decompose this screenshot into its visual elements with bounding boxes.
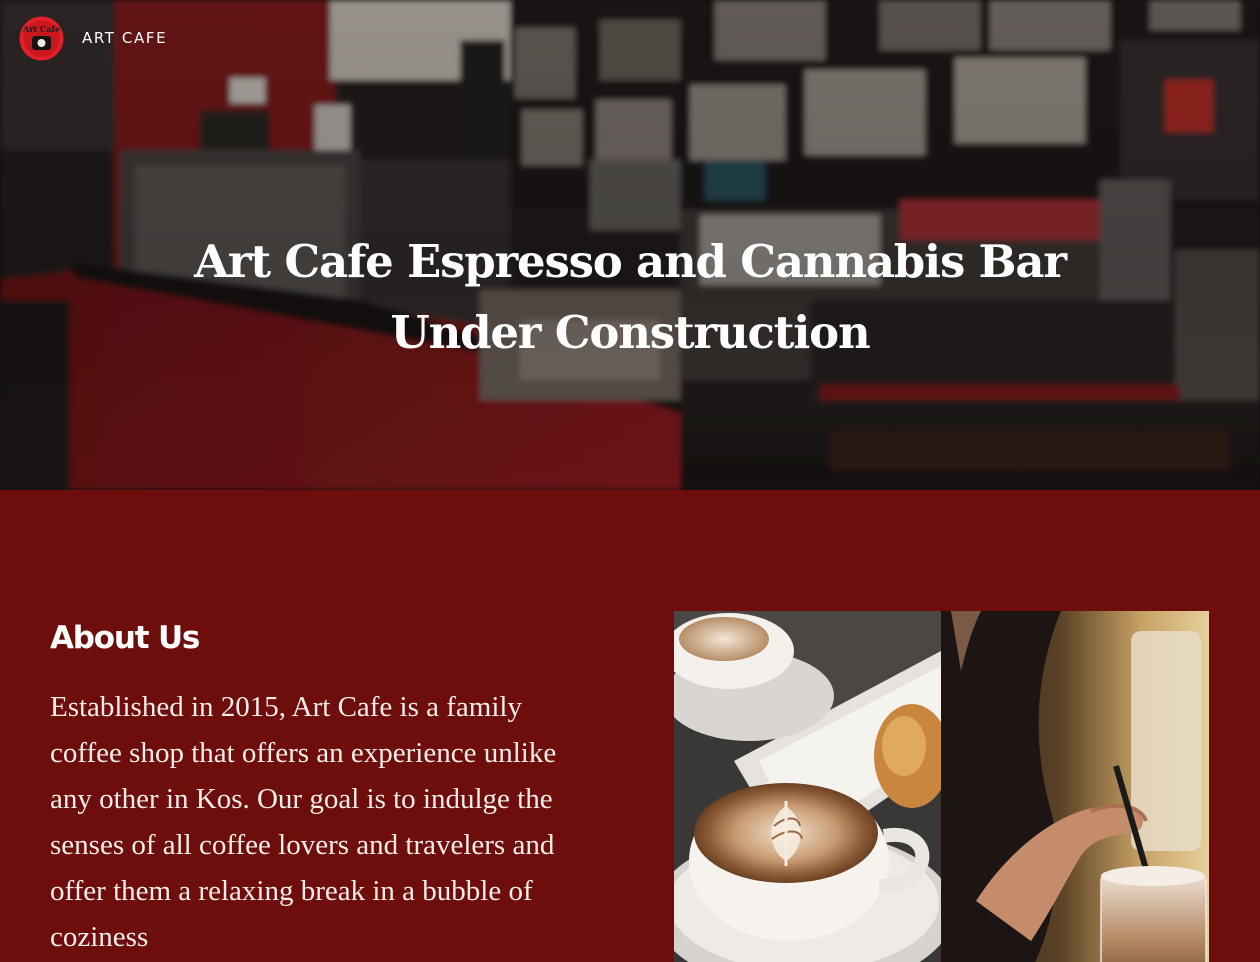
latte-art-photo <box>674 611 941 962</box>
iced-coffee-photo <box>941 611 1209 962</box>
about-heading: About Us <box>50 620 200 656</box>
svg-text:Art Cafe: Art Cafe <box>22 24 60 34</box>
hero-banner: Art Cafe ART CAFE Art Cafe Espresso and … <box>0 0 1260 490</box>
hero-title-line2: Under Construction <box>390 306 871 359</box>
hero-title: Art Cafe Espresso and Cannabis Bar Under… <box>0 226 1260 368</box>
hero-title-line1: Art Cafe Espresso and Cannabis Bar <box>194 235 1067 288</box>
about-section: About Us Established in 2015, Art Cafe i… <box>0 490 1260 962</box>
about-description: Established in 2015, Art Cafe is a famil… <box>50 691 557 953</box>
art-cafe-logo-icon[interactable]: Art Cafe <box>19 16 64 61</box>
brand-name-link[interactable]: ART CAFE <box>82 28 167 48</box>
